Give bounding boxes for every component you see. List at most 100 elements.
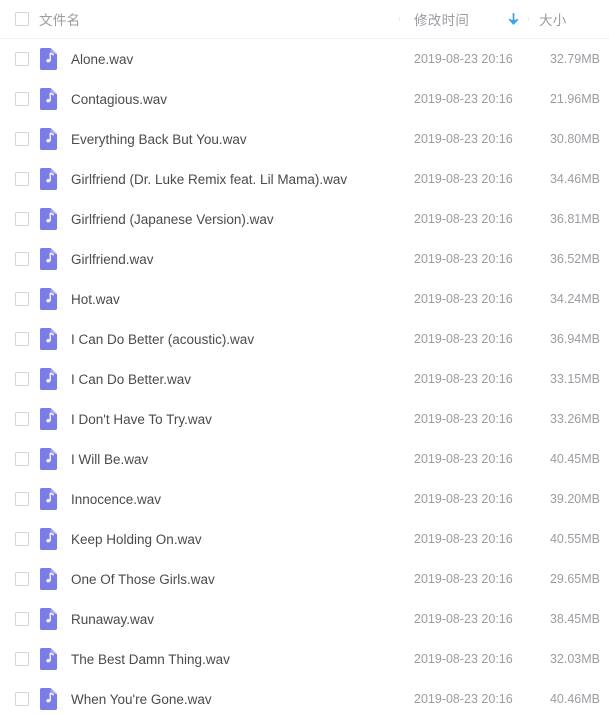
file-row[interactable]: Hot.wav 2019-08-23 20:16 34.24MB: [0, 279, 609, 319]
row-checkbox-cell: [0, 692, 29, 706]
row-name-cell: Runaway.wav: [29, 608, 399, 630]
file-row[interactable]: I Can Do Better.wav 2019-08-23 20:16 33.…: [0, 359, 609, 399]
file-modified-time: 2019-08-23 20:16: [414, 372, 513, 386]
row-checkbox-cell: [0, 412, 29, 426]
row-select-checkbox[interactable]: [15, 132, 29, 146]
row-select-checkbox[interactable]: [15, 92, 29, 106]
music-file-icon: [39, 688, 58, 710]
file-name-label: Alone.wav: [71, 51, 134, 67]
row-size-cell: 33.26MB: [528, 412, 609, 426]
row-size-cell: 32.03MB: [528, 652, 609, 666]
file-modified-time: 2019-08-23 20:16: [414, 52, 513, 66]
music-file-icon: [39, 48, 58, 70]
header-column-time[interactable]: 修改时间: [399, 9, 528, 29]
row-select-checkbox[interactable]: [15, 172, 29, 186]
row-select-checkbox[interactable]: [15, 452, 29, 466]
file-row[interactable]: I Don't Have To Try.wav 2019-08-23 20:16…: [0, 399, 609, 439]
row-select-checkbox[interactable]: [15, 572, 29, 586]
music-file-icon: [39, 208, 58, 230]
row-select-checkbox[interactable]: [15, 52, 29, 66]
row-select-checkbox[interactable]: [15, 292, 29, 306]
row-checkbox-cell: [0, 92, 29, 106]
row-size-cell: 34.24MB: [528, 292, 609, 306]
file-name-label: Everything Back But You.wav: [71, 131, 247, 147]
file-size-label: 38.45MB: [549, 612, 600, 626]
row-time-cell: 2019-08-23 20:16: [399, 52, 528, 66]
file-size-label: 32.79MB: [549, 52, 600, 66]
row-size-cell: 32.79MB: [528, 52, 609, 66]
file-row[interactable]: Girlfriend (Dr. Luke Remix feat. Lil Mam…: [0, 159, 609, 199]
row-time-cell: 2019-08-23 20:16: [399, 692, 528, 706]
file-row[interactable]: Contagious.wav 2019-08-23 20:16 21.96MB: [0, 79, 609, 119]
file-modified-time: 2019-08-23 20:16: [414, 652, 513, 666]
file-name-label: Innocence.wav: [71, 491, 162, 507]
row-name-cell: Innocence.wav: [29, 488, 399, 510]
row-size-cell: 40.45MB: [528, 452, 609, 466]
row-time-cell: 2019-08-23 20:16: [399, 412, 528, 426]
row-size-cell: 21.96MB: [528, 92, 609, 106]
file-row[interactable]: Girlfriend (Japanese Version).wav 2019-0…: [0, 199, 609, 239]
row-select-checkbox[interactable]: [15, 612, 29, 626]
row-select-checkbox[interactable]: [15, 372, 29, 386]
file-name-label: One Of Those Girls.wav: [71, 571, 215, 587]
row-select-checkbox[interactable]: [15, 212, 29, 226]
row-time-cell: 2019-08-23 20:16: [399, 172, 528, 186]
file-row[interactable]: Runaway.wav 2019-08-23 20:16 38.45MB: [0, 599, 609, 639]
file-name-label: When You're Gone.wav: [71, 691, 212, 707]
row-size-cell: 36.52MB: [528, 252, 609, 266]
row-name-cell: I Can Do Better.wav: [29, 368, 399, 390]
row-name-cell: Alone.wav: [29, 48, 399, 70]
file-name-label: I Can Do Better.wav: [71, 371, 192, 387]
file-row[interactable]: When You're Gone.wav 2019-08-23 20:16 40…: [0, 679, 609, 716]
row-time-cell: 2019-08-23 20:16: [399, 652, 528, 666]
select-all-checkbox[interactable]: [15, 12, 29, 26]
row-name-cell: Girlfriend (Japanese Version).wav: [29, 208, 399, 230]
row-select-checkbox[interactable]: [15, 652, 29, 666]
file-size-label: 40.45MB: [549, 452, 600, 466]
file-row[interactable]: One Of Those Girls.wav 2019-08-23 20:16 …: [0, 559, 609, 599]
file-row[interactable]: Girlfriend.wav 2019-08-23 20:16 36.52MB: [0, 239, 609, 279]
row-time-cell: 2019-08-23 20:16: [399, 292, 528, 306]
row-checkbox-cell: [0, 572, 29, 586]
file-list-panel: 文件名 修改时间 大小 Alone.wav 2019-08-23 20:16 3…: [0, 0, 609, 716]
row-checkbox-cell: [0, 292, 29, 306]
row-select-checkbox[interactable]: [15, 332, 29, 346]
file-name-label: Girlfriend (Japanese Version).wav: [71, 211, 274, 227]
music-file-icon: [39, 168, 58, 190]
arrow-down-icon[interactable]: [508, 12, 519, 26]
music-file-icon: [39, 288, 58, 310]
row-size-cell: 34.46MB: [528, 172, 609, 186]
row-select-checkbox[interactable]: [15, 532, 29, 546]
row-size-cell: 36.81MB: [528, 212, 609, 226]
file-row[interactable]: Keep Holding On.wav 2019-08-23 20:16 40.…: [0, 519, 609, 559]
file-size-label: 36.52MB: [549, 252, 600, 266]
row-select-checkbox[interactable]: [15, 692, 29, 706]
music-file-icon: [39, 328, 58, 350]
file-modified-time: 2019-08-23 20:16: [414, 492, 513, 506]
row-name-cell: Hot.wav: [29, 288, 399, 310]
row-checkbox-cell: [0, 172, 29, 186]
file-modified-time: 2019-08-23 20:16: [414, 212, 513, 226]
file-row[interactable]: Alone.wav 2019-08-23 20:16 32.79MB: [0, 39, 609, 79]
file-size-label: 40.46MB: [549, 692, 600, 706]
row-time-cell: 2019-08-23 20:16: [399, 212, 528, 226]
file-row[interactable]: I Can Do Better (acoustic).wav 2019-08-2…: [0, 319, 609, 359]
row-select-checkbox[interactable]: [15, 412, 29, 426]
file-name-label: I Don't Have To Try.wav: [71, 411, 212, 427]
file-row[interactable]: Innocence.wav 2019-08-23 20:16 39.20MB: [0, 479, 609, 519]
music-file-icon: [39, 408, 58, 430]
file-size-label: 39.20MB: [549, 492, 600, 506]
header-column-name[interactable]: 文件名: [29, 9, 399, 29]
music-file-icon: [39, 568, 58, 590]
header-column-size[interactable]: 大小: [528, 9, 609, 29]
file-row[interactable]: Everything Back But You.wav 2019-08-23 2…: [0, 119, 609, 159]
file-row[interactable]: The Best Damn Thing.wav 2019-08-23 20:16…: [0, 639, 609, 679]
row-select-checkbox[interactable]: [15, 252, 29, 266]
file-modified-time: 2019-08-23 20:16: [414, 252, 513, 266]
file-size-label: 33.26MB: [549, 412, 600, 426]
row-size-cell: 29.65MB: [528, 572, 609, 586]
row-select-checkbox[interactable]: [15, 492, 29, 506]
file-modified-time: 2019-08-23 20:16: [414, 612, 513, 626]
music-file-icon: [39, 368, 58, 390]
file-row[interactable]: I Will Be.wav 2019-08-23 20:16 40.45MB: [0, 439, 609, 479]
